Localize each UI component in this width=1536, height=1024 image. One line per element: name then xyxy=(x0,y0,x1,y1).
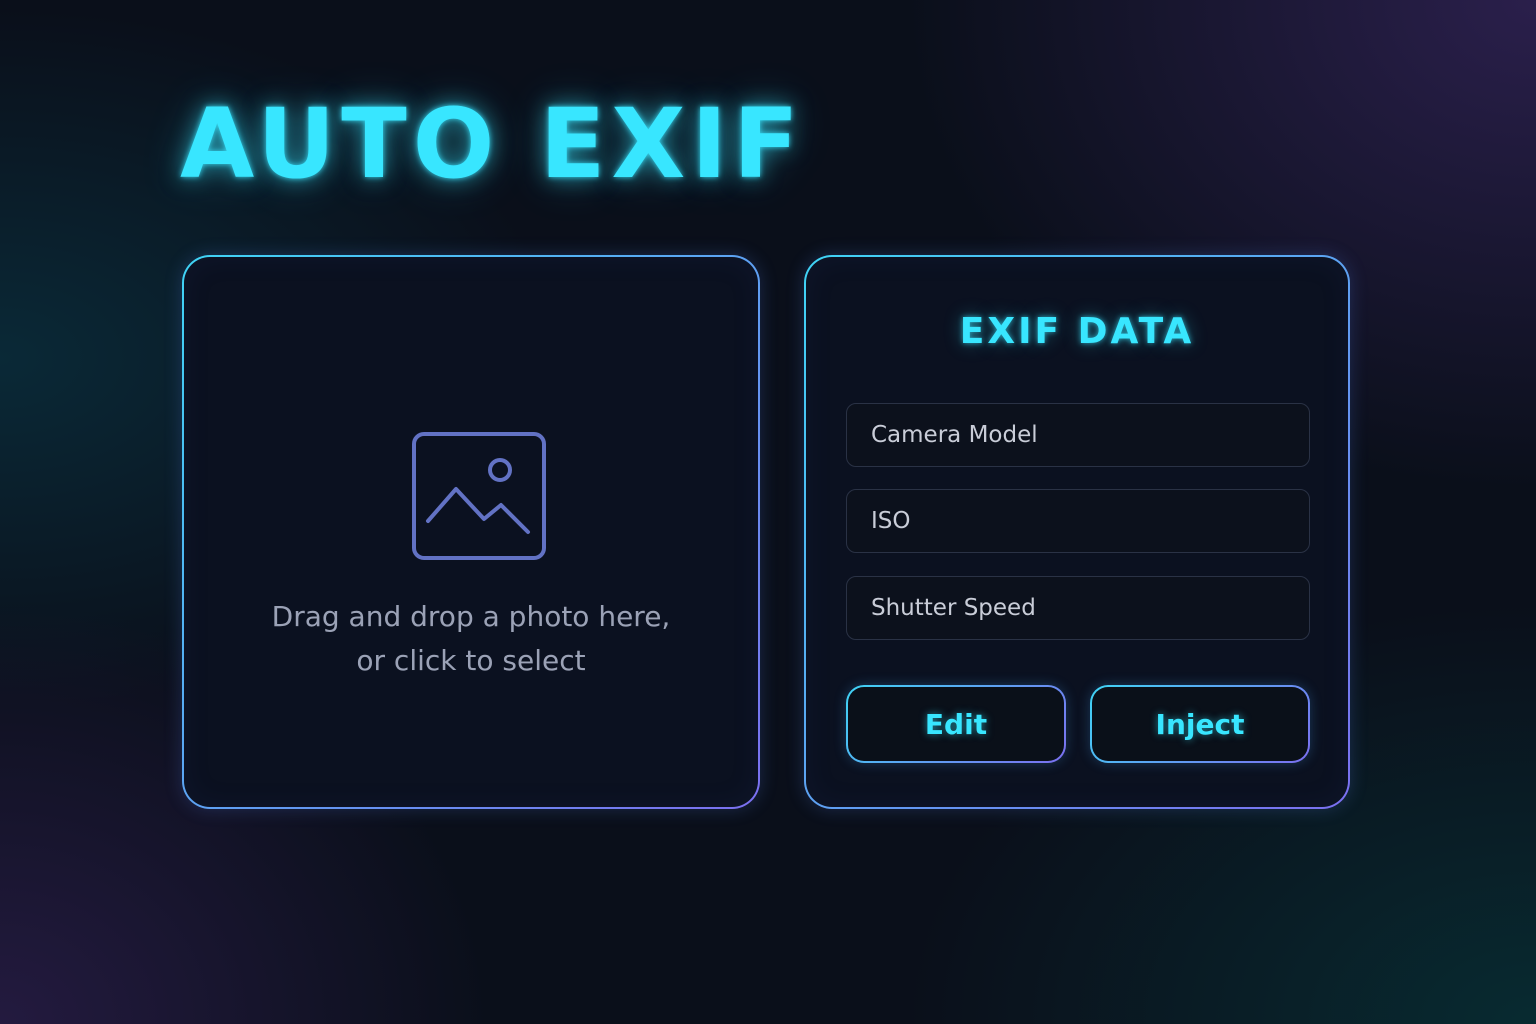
edit-button[interactable]: Edit xyxy=(846,685,1066,763)
inject-button[interactable]: Inject xyxy=(1090,685,1310,763)
image-icon xyxy=(411,431,547,563)
app-title: AUTO EXIF xyxy=(180,88,805,200)
exif-panel: EXIF DATA Edit Inject xyxy=(804,255,1350,809)
dropzone-line-1: Drag and drop a photo here, xyxy=(271,600,671,633)
dropzone-instructions: Drag and drop a photo here, or click to … xyxy=(184,595,758,683)
photo-dropzone[interactable]: Drag and drop a photo here, or click to … xyxy=(182,255,760,809)
camera-model-input[interactable] xyxy=(846,403,1310,467)
iso-input[interactable] xyxy=(846,489,1310,553)
dropzone-line-2: or click to select xyxy=(356,644,586,677)
shutter-speed-input[interactable] xyxy=(846,576,1310,640)
exif-panel-title: EXIF DATA xyxy=(959,311,1195,352)
